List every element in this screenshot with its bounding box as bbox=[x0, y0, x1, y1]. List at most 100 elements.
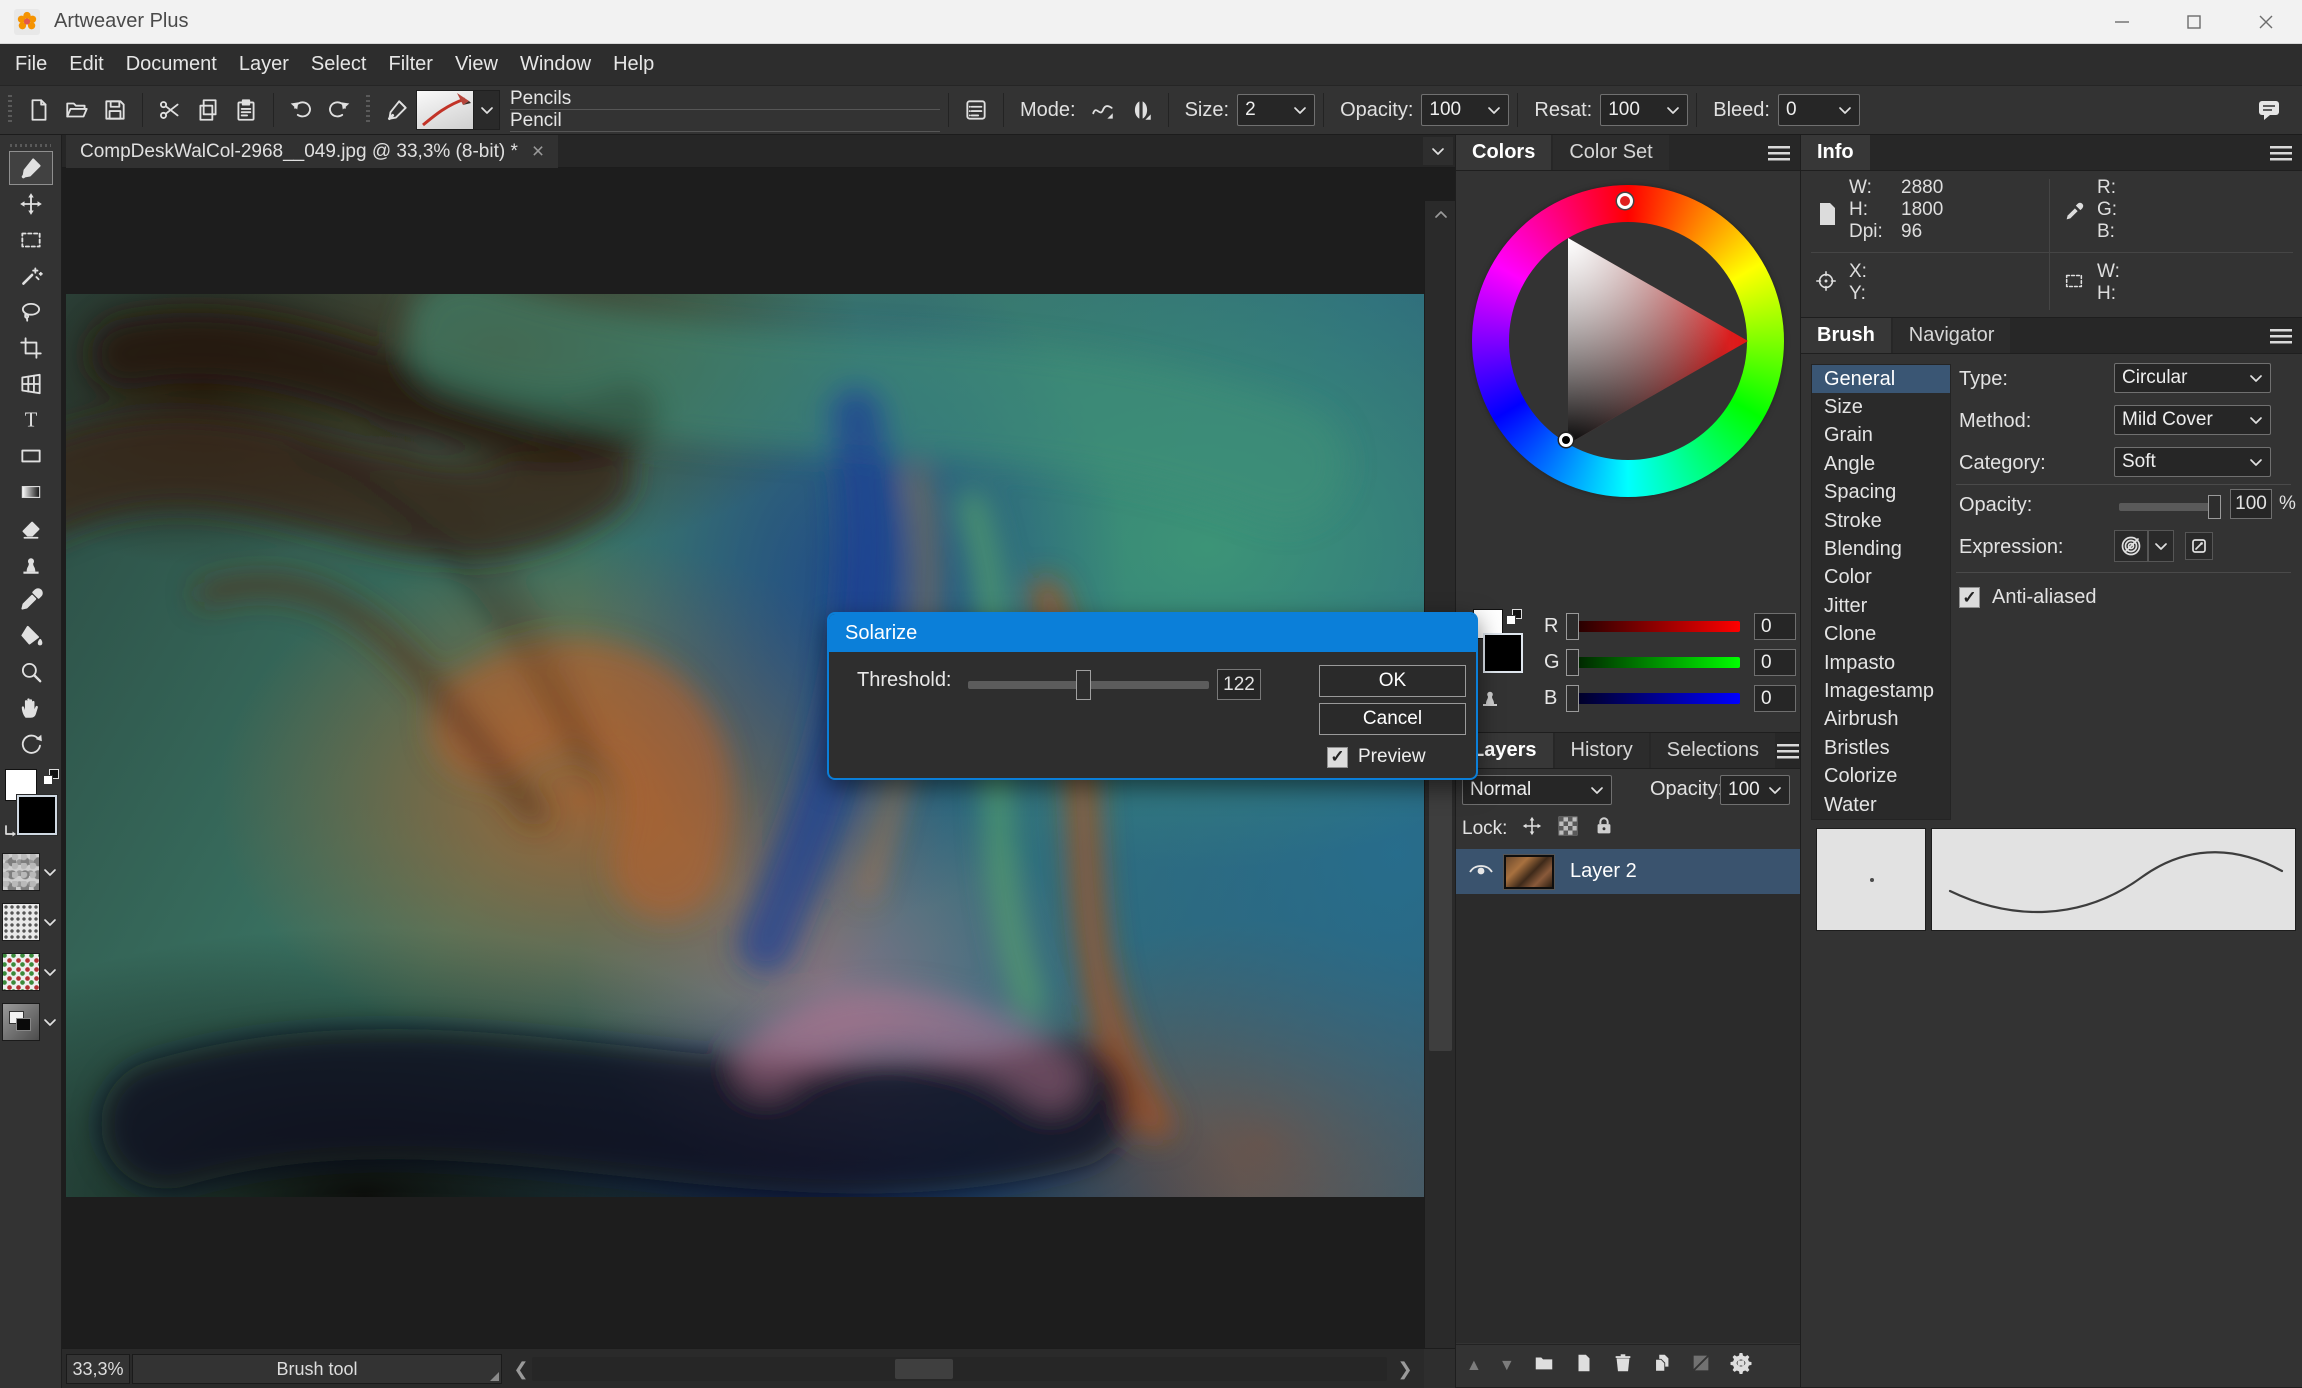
duplicate-layer-icon[interactable] bbox=[1651, 1352, 1673, 1380]
tab-brush[interactable]: Brush bbox=[1801, 318, 1891, 353]
shape-tool[interactable] bbox=[9, 439, 53, 473]
paper-texture-swatch[interactable] bbox=[2, 853, 40, 891]
layer-thumbnail[interactable] bbox=[1504, 855, 1554, 889]
close-button[interactable] bbox=[2230, 0, 2302, 43]
new-layer-icon[interactable] bbox=[1573, 1352, 1595, 1380]
info-panel-menu-icon[interactable] bbox=[2270, 135, 2302, 170]
marquee-select-tool[interactable] bbox=[9, 223, 53, 257]
tool-palette-grip[interactable] bbox=[10, 141, 51, 149]
eyedropper-tool[interactable] bbox=[9, 583, 53, 617]
brush-opacity-thumb[interactable] bbox=[2208, 495, 2221, 519]
scatter-swatch[interactable] bbox=[2, 903, 40, 941]
scatter-dropdown[interactable] bbox=[40, 903, 60, 941]
green-slider[interactable] bbox=[1568, 657, 1740, 668]
minimize-button[interactable] bbox=[2086, 0, 2158, 43]
expression-dropdown[interactable] bbox=[2148, 530, 2174, 562]
expression-target-icon[interactable] bbox=[2114, 530, 2148, 562]
layer-row[interactable]: Layer 2 bbox=[1456, 849, 1800, 894]
brush-opacity-slider[interactable] bbox=[2119, 503, 2217, 511]
size-select[interactable]: 2 bbox=[1237, 94, 1315, 126]
colors-panel-menu-icon[interactable] bbox=[1768, 135, 1800, 170]
lock-position-icon[interactable] bbox=[1521, 815, 1543, 843]
cancel-button[interactable]: Cancel bbox=[1319, 703, 1466, 735]
menu-help[interactable]: Help bbox=[602, 44, 665, 85]
undo-icon[interactable] bbox=[282, 91, 320, 129]
layer-visibility-eye-icon[interactable] bbox=[1468, 859, 1494, 885]
threshold-slider-thumb[interactable] bbox=[1076, 670, 1091, 700]
tab-navigator[interactable]: Navigator bbox=[1893, 318, 2011, 353]
tab-selections[interactable]: Selections bbox=[1651, 733, 1775, 768]
document-close-icon[interactable]: × bbox=[532, 144, 544, 160]
brush-list-item-general[interactable]: General bbox=[1812, 365, 1950, 393]
color-wheel[interactable] bbox=[1472, 185, 1784, 497]
panel-background-swatch[interactable] bbox=[1483, 633, 1523, 673]
sv-marker[interactable] bbox=[1559, 433, 1573, 447]
tab-history[interactable]: History bbox=[1555, 733, 1649, 768]
expression-edit-icon[interactable] bbox=[2185, 532, 2213, 560]
ok-button[interactable]: OK bbox=[1319, 665, 1466, 697]
dialog-titlebar[interactable]: Solarize bbox=[829, 614, 1476, 652]
feedback-comment-icon[interactable] bbox=[2250, 91, 2288, 129]
tab-colors[interactable]: Colors bbox=[1456, 135, 1551, 170]
menu-edit[interactable]: Edit bbox=[58, 44, 114, 85]
panel-swap-colors-icon[interactable] bbox=[1506, 609, 1522, 625]
gradient-tool[interactable] bbox=[9, 475, 53, 509]
clone-stamp-tool[interactable] bbox=[9, 547, 53, 581]
brush-list-item-water[interactable]: Water bbox=[1812, 791, 1950, 819]
paste-icon[interactable] bbox=[227, 91, 265, 129]
background-color-swatch[interactable] bbox=[17, 795, 57, 835]
green-slider-thumb[interactable] bbox=[1566, 649, 1579, 676]
brush-settings-icon[interactable] bbox=[957, 91, 995, 129]
lock-transparency-icon[interactable] bbox=[1557, 815, 1579, 843]
menu-layer[interactable]: Layer bbox=[228, 44, 300, 85]
rotate-view-tool[interactable] bbox=[9, 727, 53, 761]
symmetry-mode-icon[interactable] bbox=[1122, 91, 1160, 129]
menu-select[interactable]: Select bbox=[300, 44, 378, 85]
brush-list-item-size[interactable]: Size bbox=[1812, 393, 1950, 421]
menu-filter[interactable]: Filter bbox=[377, 44, 443, 85]
brush-list-item-grain[interactable]: Grain bbox=[1812, 422, 1950, 450]
menu-view[interactable]: View bbox=[444, 44, 509, 85]
gradient-swatch[interactable] bbox=[2, 1003, 40, 1041]
brush-list-item-imagestamp[interactable]: Imagestamp bbox=[1812, 677, 1950, 705]
tab-info[interactable]: Info bbox=[1801, 135, 1870, 170]
brush-opacity-value[interactable]: 100 bbox=[2230, 489, 2272, 519]
fill-bucket-tool[interactable] bbox=[9, 619, 53, 653]
swap-colors-icon[interactable] bbox=[43, 769, 59, 785]
preview-option[interactable]: ✓ Preview bbox=[1327, 746, 1426, 768]
red-slider[interactable] bbox=[1568, 621, 1740, 632]
layer-mask-icon[interactable] bbox=[1690, 1352, 1712, 1380]
status-resize-grip[interactable] bbox=[490, 1372, 499, 1381]
horizontal-scrollbar[interactable] bbox=[532, 1357, 1387, 1381]
menu-document[interactable]: Document bbox=[115, 44, 228, 85]
brush-picker-dropdown[interactable] bbox=[474, 90, 500, 130]
threshold-value-field[interactable]: 122 bbox=[1217, 669, 1261, 700]
open-icon[interactable] bbox=[58, 91, 96, 129]
brush-list-item-stroke[interactable]: Stroke bbox=[1812, 507, 1950, 535]
magic-wand-tool[interactable] bbox=[9, 259, 53, 293]
method-select[interactable]: Mild Cover bbox=[2114, 405, 2271, 435]
scroll-up-icon[interactable] bbox=[1425, 201, 1455, 227]
blue-slider-thumb[interactable] bbox=[1566, 685, 1579, 712]
layer-opacity-select[interactable]: 100 bbox=[1720, 775, 1790, 805]
antialiased-checkbox[interactable]: ✓ bbox=[1959, 587, 1980, 608]
paper-texture-dropdown[interactable] bbox=[40, 853, 60, 891]
tab-list-chevron[interactable] bbox=[1423, 137, 1453, 165]
brush-list-item-angle[interactable]: Angle bbox=[1812, 450, 1950, 478]
lasso-tool[interactable] bbox=[9, 295, 53, 329]
document-tab[interactable]: CompDeskWalCol-2968__049.jpg @ 33,3% (8-… bbox=[66, 135, 558, 168]
brush-list-item-color[interactable]: Color bbox=[1812, 564, 1950, 592]
crop-tool[interactable] bbox=[9, 331, 53, 365]
brush-list-item-bristles[interactable]: Bristles bbox=[1812, 734, 1950, 762]
red-slider-thumb[interactable] bbox=[1566, 613, 1579, 640]
threshold-slider[interactable] bbox=[968, 670, 1209, 700]
bleed-select[interactable]: 0 bbox=[1778, 94, 1860, 126]
resat-select[interactable]: 100 bbox=[1600, 94, 1688, 126]
brush-panel-menu-icon[interactable] bbox=[2270, 318, 2302, 353]
opacity-select[interactable]: 100 bbox=[1421, 94, 1509, 126]
hue-marker[interactable] bbox=[1617, 193, 1633, 209]
current-brush[interactable]: Pencils Pencil bbox=[510, 88, 940, 132]
menu-window[interactable]: Window bbox=[509, 44, 602, 85]
layer-down-icon[interactable]: ▼ bbox=[1499, 1357, 1515, 1375]
menu-file[interactable]: File bbox=[4, 44, 58, 85]
